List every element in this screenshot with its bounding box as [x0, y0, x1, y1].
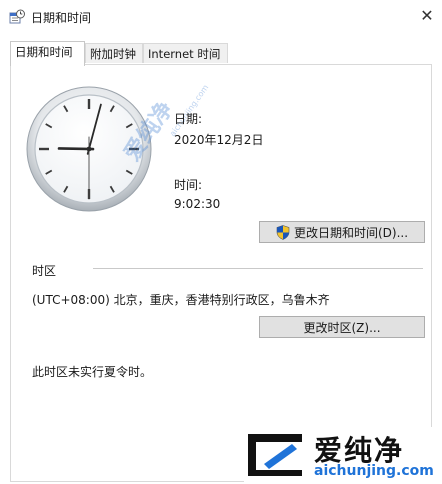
tab-date-time[interactable]: 日期和时间	[10, 41, 85, 66]
uac-shield-icon	[276, 224, 290, 240]
close-icon: ✕	[420, 5, 434, 25]
tab-internet-time[interactable]: Internet 时间	[143, 43, 228, 63]
title-bar: 日期和时间 ✕	[0, 0, 442, 34]
window-title: 日期和时间	[31, 11, 92, 25]
tab-strip: 日期和时间 附加时钟 Internet 时间	[10, 41, 432, 66]
time-label: 时间:	[174, 178, 203, 192]
dst-note: 此时区未实行夏令时。	[32, 365, 153, 379]
change-timezone-label: 更改时区(Z)...	[303, 320, 381, 335]
timezone-value: (UTC+08:00) 北京，重庆，香港特别行政区，乌鲁木齐	[32, 293, 330, 307]
date-value: 2020年12月2日	[174, 133, 264, 147]
brand-url: aichunjing.com	[314, 463, 434, 479]
brand-logo: 爱纯净 aichunjing.com	[244, 427, 442, 484]
date-time-icon	[9, 9, 25, 24]
timezone-section-label: 时区	[32, 264, 57, 278]
date-label: 日期:	[174, 112, 203, 126]
close-button[interactable]: ✕	[412, 0, 442, 30]
time-value: 9:02:30	[174, 197, 221, 211]
change-date-time-label: 更改日期和时间(D)...	[293, 225, 409, 240]
change-date-time-button[interactable]: 更改日期和时间(D)...	[259, 221, 425, 243]
timezone-divider	[93, 268, 423, 269]
change-timezone-button[interactable]: 更改时区(Z)...	[259, 316, 425, 338]
tab-additional-clocks[interactable]: 附加时钟	[85, 43, 143, 63]
brand-mark-icon	[248, 434, 302, 476]
